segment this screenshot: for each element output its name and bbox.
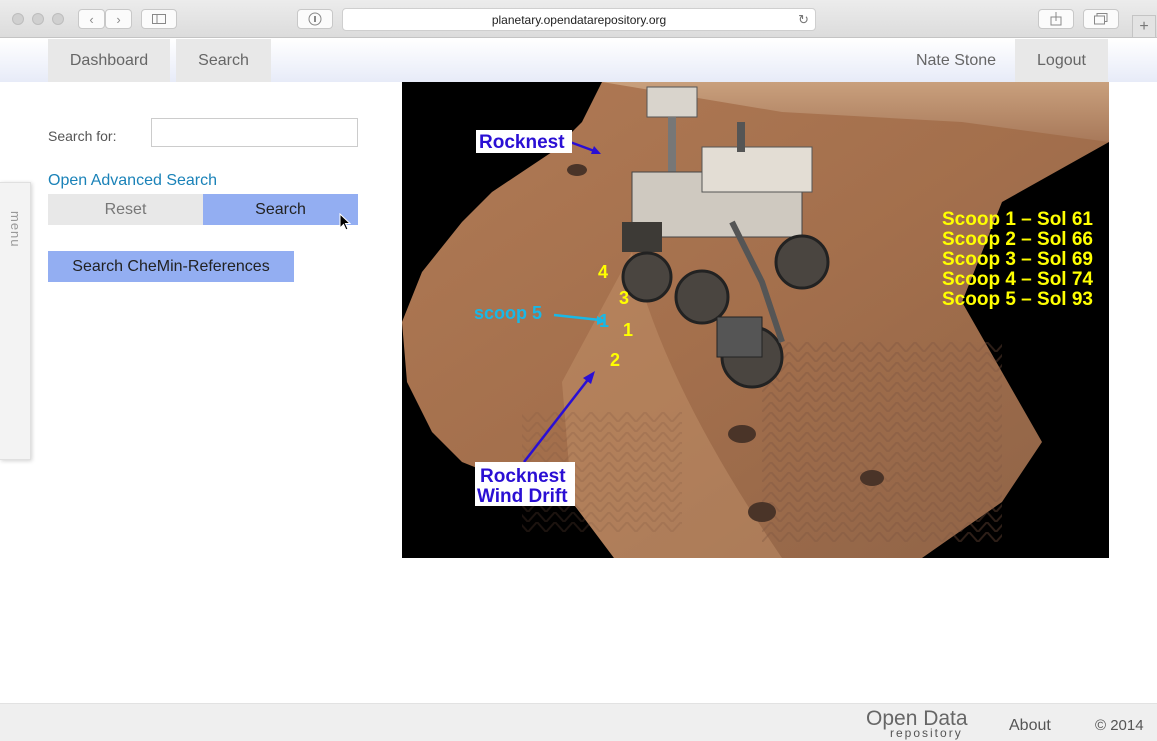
sidebar-icon[interactable] (141, 9, 177, 29)
browser-toolbar: ‹ › planetary.opendatarepository.org ↻ + (0, 0, 1157, 38)
footer: Open Data repository About © 2014 (0, 703, 1157, 741)
sol-line-4: Scoop 4 – Sol 74 (942, 269, 1093, 290)
open-data-logo-sub: repository (890, 726, 963, 740)
back-icon[interactable]: ‹ (78, 9, 105, 29)
rocknest-label: Rocknest (479, 132, 565, 153)
top-navbar: Dashboard Search Nate Stone Logout (0, 39, 1157, 82)
nav-dashboard[interactable]: Dashboard (48, 39, 170, 82)
open-advanced-search-link[interactable]: Open Advanced Search (48, 172, 217, 190)
scoop5-label: scoop 5 (474, 303, 542, 323)
copyright: © 2014 (1095, 717, 1144, 734)
scoop-number-1: 1 (623, 320, 633, 340)
scoop-number-5-marker: 1 (599, 311, 609, 331)
close-window-icon[interactable] (12, 13, 24, 25)
rock (728, 425, 756, 443)
side-menu-label: menu (8, 211, 23, 248)
zoom-window-icon[interactable] (52, 13, 64, 25)
rover-image: Rocknest Rocknest Wind Drift scoop 5 4 3… (402, 82, 1109, 558)
scoop-number-3: 3 (619, 288, 629, 308)
logout-button[interactable]: Logout (1015, 39, 1108, 82)
drift-label-line1: Rocknest (480, 466, 566, 487)
sol-line-2: Scoop 2 – Sol 66 (942, 229, 1093, 250)
scoop-number-2: 2 (610, 350, 620, 370)
privacy-icon[interactable] (297, 9, 333, 29)
rock (860, 470, 884, 486)
drift-label-line2: Wind Drift (477, 486, 568, 507)
side-menu-tab[interactable]: menu (0, 182, 31, 460)
rock (748, 502, 776, 522)
nav-search[interactable]: Search (176, 39, 271, 82)
sol-line-5: Scoop 5 – Sol 93 (942, 289, 1093, 310)
scoop-number-4: 4 (598, 262, 608, 282)
search-button[interactable]: Search (203, 194, 358, 225)
user-name[interactable]: Nate Stone (900, 39, 1012, 82)
search-input[interactable] (151, 118, 358, 147)
minimize-window-icon[interactable] (32, 13, 44, 25)
url-text: planetary.opendatarepository.org (491, 12, 667, 27)
rock (567, 164, 587, 176)
sol-line-3: Scoop 3 – Sol 69 (942, 249, 1093, 270)
rover-mosaic: Rocknest Rocknest Wind Drift scoop 5 4 3… (402, 82, 1109, 558)
tabs-icon[interactable] (1083, 9, 1119, 29)
sol-line-1: Scoop 1 – Sol 61 (942, 209, 1093, 230)
forward-icon[interactable]: › (105, 9, 132, 29)
address-bar[interactable]: planetary.opendatarepository.org ↻ (342, 8, 816, 31)
about-link[interactable]: About (1009, 717, 1051, 735)
mouse-cursor-icon (339, 213, 351, 231)
reload-icon[interactable]: ↻ (798, 12, 809, 28)
wheel-tracks (762, 342, 1002, 542)
reset-button[interactable]: Reset (48, 194, 203, 225)
share-icon[interactable] (1038, 9, 1074, 29)
new-tab-icon[interactable]: + (1132, 15, 1156, 38)
search-chemin-references-button[interactable]: Search CheMin-References (48, 251, 294, 282)
search-for-label: Search for: (48, 128, 117, 144)
